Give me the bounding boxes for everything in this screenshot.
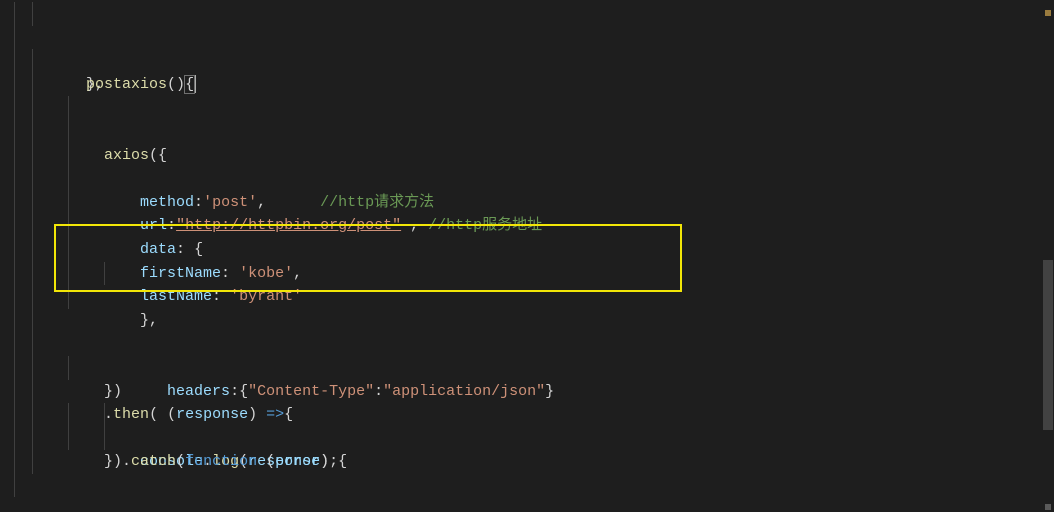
code-line[interactable]: },: [14, 214, 1054, 238]
code-line[interactable]: }).catch(function (error) {: [14, 380, 1054, 404]
code-line[interactable]: firstName: 'kobe',: [14, 167, 1054, 191]
code-line[interactable]: [14, 285, 1054, 309]
code-line[interactable]: [14, 238, 1054, 262]
code-line[interactable]: [14, 49, 1054, 73]
code-line[interactable]: .then( (response) =>{: [14, 332, 1054, 356]
code-line[interactable]: axios({: [14, 73, 1054, 97]
code-line[interactable]: //请求异常响应结果: [14, 403, 1054, 427]
code-line[interactable]: }): [14, 309, 1054, 333]
overview-ruler-mark: [1045, 10, 1051, 16]
code-line[interactable]: console.log(error);: [14, 427, 1054, 451]
code-line[interactable]: postaxios(){: [14, 26, 1054, 50]
overview-ruler-mark: [1045, 504, 1051, 510]
gutter: [0, 0, 10, 512]
code-area[interactable]: }, postaxios(){ axios({ method:'post',: [14, 0, 1054, 512]
code-editor[interactable]: }, postaxios(){ axios({ method:'post',: [0, 0, 1054, 512]
vertical-scrollbar[interactable]: [1040, 0, 1054, 512]
code-line[interactable]: data: {: [14, 144, 1054, 168]
code-line[interactable]: url:"http://httpbin.org/post" , //http服务…: [14, 120, 1054, 144]
code-line[interactable]: headers:{"Content-Type":"application/jso…: [14, 262, 1054, 286]
code-line[interactable]: }: [14, 497, 1054, 512]
code-line[interactable]: },: [14, 2, 1054, 26]
code-line[interactable]: method:'post', //http请求方法: [14, 96, 1054, 120]
scrollbar-thumb[interactable]: [1043, 260, 1053, 430]
code-line[interactable]: lastName: 'byrant': [14, 191, 1054, 215]
code-line[interactable]: }: [14, 474, 1054, 498]
code-line[interactable]: console.log(response);: [14, 356, 1054, 380]
code-line[interactable]: });: [14, 450, 1054, 474]
